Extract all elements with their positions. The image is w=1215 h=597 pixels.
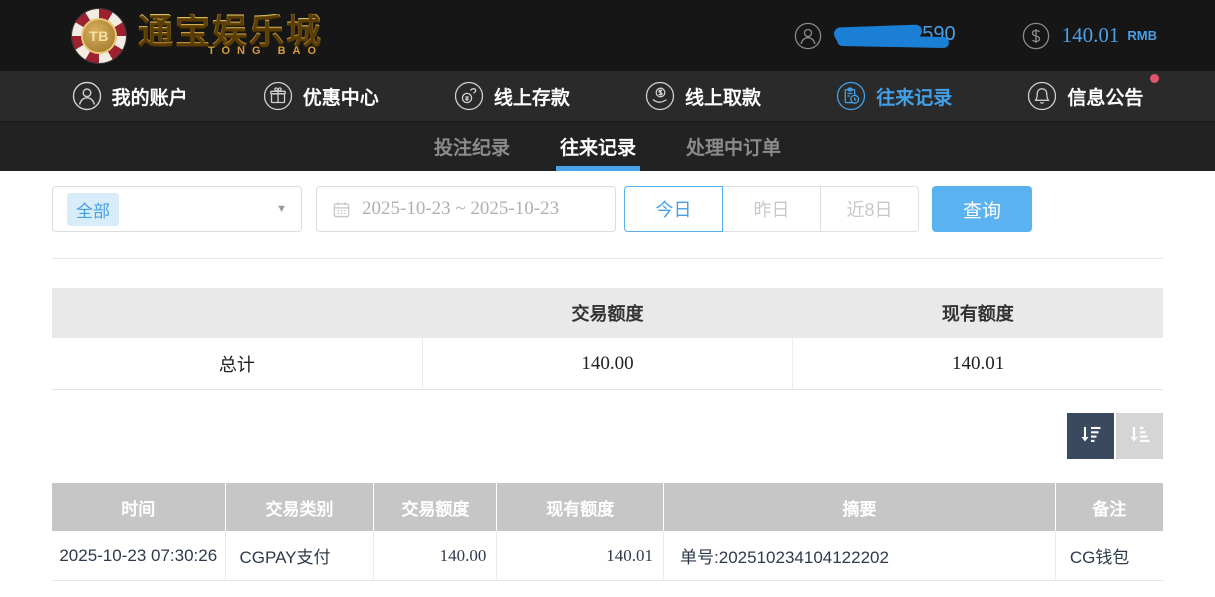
nav-item-online-deposit[interactable]: 线上存款 [454,81,570,111]
logo-text: 通宝娱乐城 TONG BAO [138,14,323,57]
tab-label: 往来记录 [560,133,636,160]
search-button[interactable]: 查询 [932,186,1032,232]
nav-item-promotions[interactable]: 优惠中心 [263,81,379,111]
summary-transaction-amount: 140.00 [422,338,793,389]
top-header: TB 通宝娱乐城 TONG BAO 590 140.01 [0,0,1215,71]
cell-time: 2025-10-23 07:30:26 [52,531,225,580]
filter-bar: 全部 ▼ 2025-10-23 ~ 2025-10-23 今日 昨日 近8日 查… [52,186,1163,232]
tab-pending-orders[interactable]: 处理中订单 [684,122,783,171]
user-icon [794,22,822,50]
cell-note: CG钱包 [1055,531,1163,580]
deposit-icon [454,81,484,111]
summary-header-transaction-amount: 交易额度 [422,300,792,326]
sort-controls [52,413,1163,459]
logo-title: 通宝娱乐城 [138,14,323,49]
cell-transaction-amount: 140.00 [373,531,496,580]
summary-total-row: 总计 140.00 140.01 [52,338,1163,390]
summary-total-label: 总计 [52,338,422,389]
records-icon [836,81,866,111]
cell-transaction-type: CGPAY支付 [225,531,374,580]
withdraw-icon [645,81,675,111]
today-button[interactable]: 今日 [624,186,723,232]
summary-current-amount: 140.01 [792,338,1163,389]
tab-active-underline [556,166,640,171]
summary-header-row: 交易额度 现有额度 [52,288,1163,338]
sort-ascending-icon [1127,423,1153,449]
header-right: 590 140.01 RMB [794,21,1157,51]
yesterday-button[interactable]: 昨日 [722,186,821,232]
quick-date-button-group: 今日 昨日 近8日 [624,186,919,232]
sort-descending-button[interactable] [1067,413,1114,459]
col-header-note: 备注 [1055,483,1163,531]
balance-display[interactable]: 140.01 RMB [1022,22,1157,50]
section-divider [52,258,1163,259]
summary-table: 交易额度 现有额度 总计 140.00 140.01 [52,288,1163,390]
nav-label: 信息公告 [1067,83,1143,110]
cell-current-amount: 140.01 [496,531,663,580]
nav-item-my-account[interactable]: 我的账户 [72,81,188,111]
col-header-summary: 摘要 [663,483,1055,531]
nav-label: 我的账户 [112,83,188,110]
tab-transaction-records[interactable]: 往来记录 [558,122,638,171]
redaction-scribble [837,34,949,47]
bell-icon [1027,81,1057,111]
cell-summary: 单号:202510234104122202 [663,531,1055,580]
user-icon [72,81,102,111]
records-table: 时间 交易类别 交易额度 现有额度 摘要 备注 2025-10-23 07:30… [52,483,1163,581]
selected-type-chip: 全部 [67,193,119,226]
col-header-transaction-type: 交易类别 [225,483,374,531]
tab-bet-records[interactable]: 投注纪录 [432,122,512,171]
site-logo[interactable]: TB 通宝娱乐城 TONG BAO [72,9,323,63]
tab-label: 投注纪录 [434,133,510,160]
main-navigation: 我的账户 优惠中心 线上存款 线上取款 [0,71,1215,122]
secondary-tabs: 投注纪录 往来记录 处理中订单 [0,122,1215,171]
records-header-row: 时间 交易类别 交易额度 现有额度 摘要 备注 [52,483,1163,531]
col-header-current-amount: 现有额度 [496,483,663,531]
col-header-time: 时间 [52,483,225,531]
chip-label: TB [81,18,117,54]
calendar-icon [332,200,351,219]
nav-label: 往来记录 [876,83,952,110]
sort-descending-icon [1078,423,1104,449]
nav-label: 优惠中心 [303,83,379,110]
balance-amount: 140.01 [1062,23,1120,48]
main-content: 全部 ▼ 2025-10-23 ~ 2025-10-23 今日 昨日 近8日 查… [0,186,1215,581]
transaction-type-select[interactable]: 全部 ▼ [52,186,302,232]
table-row: 2025-10-23 07:30:26 CGPAY支付 140.00 140.0… [52,531,1163,581]
balance-currency: RMB [1127,28,1157,43]
summary-header-current-amount: 现有额度 [793,300,1163,326]
chevron-down-icon: ▼ [276,203,287,215]
redacted-username[interactable]: 590 [834,21,956,51]
notification-dot [1150,74,1159,83]
user-account[interactable]: 590 [794,21,956,51]
sort-ascending-button[interactable] [1116,413,1163,459]
poker-chip-icon: TB [72,9,126,63]
coin-icon [1022,22,1050,50]
nav-label: 线上取款 [685,83,761,110]
nav-label: 线上存款 [494,83,570,110]
col-header-transaction-amount: 交易额度 [373,483,496,531]
nav-item-online-withdrawal[interactable]: 线上取款 [645,81,761,111]
date-range-input[interactable]: 2025-10-23 ~ 2025-10-23 [316,186,616,232]
nav-item-transaction-records[interactable]: 往来记录 [836,81,952,111]
tab-label: 处理中订单 [686,133,781,160]
last-8-days-button[interactable]: 近8日 [820,186,919,232]
gift-icon [263,81,293,111]
date-range-value: 2025-10-23 ~ 2025-10-23 [362,198,559,220]
nav-item-announcements[interactable]: 信息公告 [1027,81,1143,111]
